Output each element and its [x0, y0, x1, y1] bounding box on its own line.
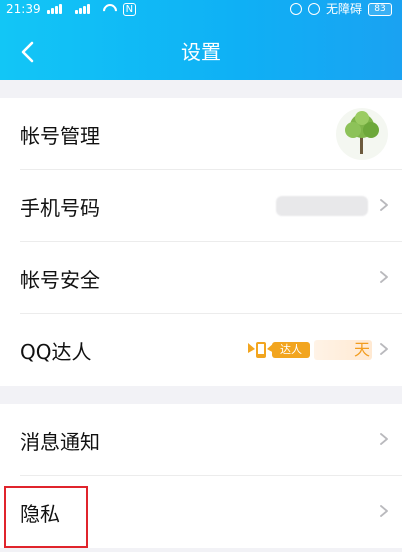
- nfc-icon: N: [122, 2, 137, 16]
- row-label-account-security: 帐号安全: [20, 267, 100, 292]
- chevron-right-icon: [380, 505, 388, 517]
- status-bar: 21:39 N 无障碍 83: [0, 0, 402, 18]
- signal-icon-2: [74, 4, 97, 14]
- chevron-right-icon: [380, 199, 388, 211]
- row-account-management[interactable]: 帐号管理: [0, 98, 402, 170]
- wifi-icon: [103, 4, 117, 14]
- expert-days: 天: [314, 340, 372, 360]
- privacy-highlight-box: [4, 486, 88, 548]
- header-bar: 21:39 N 无障碍 83 设置: [0, 0, 402, 80]
- expert-days-suffix: 天: [353, 340, 370, 359]
- account-section: 帐号管理 手机号码 帐号安全 QQ达人 达人 天: [0, 98, 402, 386]
- avatar: [336, 108, 388, 160]
- accessibility-text: 无障碍: [325, 2, 362, 16]
- row-qq-expert[interactable]: QQ达人 达人 天: [0, 314, 402, 386]
- row-message-notification[interactable]: 消息通知: [0, 404, 402, 476]
- row-label-message-notification: 消息通知: [20, 429, 100, 454]
- row-label-qq-expert: QQ达人: [20, 339, 92, 364]
- row-phone-number[interactable]: 手机号码: [0, 170, 402, 242]
- alarm-icon: [307, 3, 320, 15]
- chevron-right-icon: [380, 433, 388, 445]
- battery-icon: 83: [368, 2, 392, 16]
- row-label-account-management: 帐号管理: [20, 123, 100, 148]
- data-saver-icon: [289, 3, 302, 15]
- chevron-right-icon: [380, 271, 388, 283]
- expert-badge-icon: 达人: [246, 339, 310, 361]
- page-title: 设置: [181, 40, 221, 64]
- expert-badge-chip: 达人: [272, 342, 310, 358]
- chevron-right-icon: [380, 343, 388, 355]
- qq-expert-badge: 达人 天: [246, 338, 372, 362]
- signal-icon: [46, 4, 69, 14]
- status-time: 21:39: [6, 2, 41, 16]
- row-account-security[interactable]: 帐号安全: [0, 242, 402, 314]
- phone-value-blurred: [276, 196, 368, 216]
- row-label-phone-number: 手机号码: [20, 195, 100, 220]
- status-left: 21:39 N: [6, 0, 137, 18]
- status-right: 无障碍 83: [289, 0, 392, 18]
